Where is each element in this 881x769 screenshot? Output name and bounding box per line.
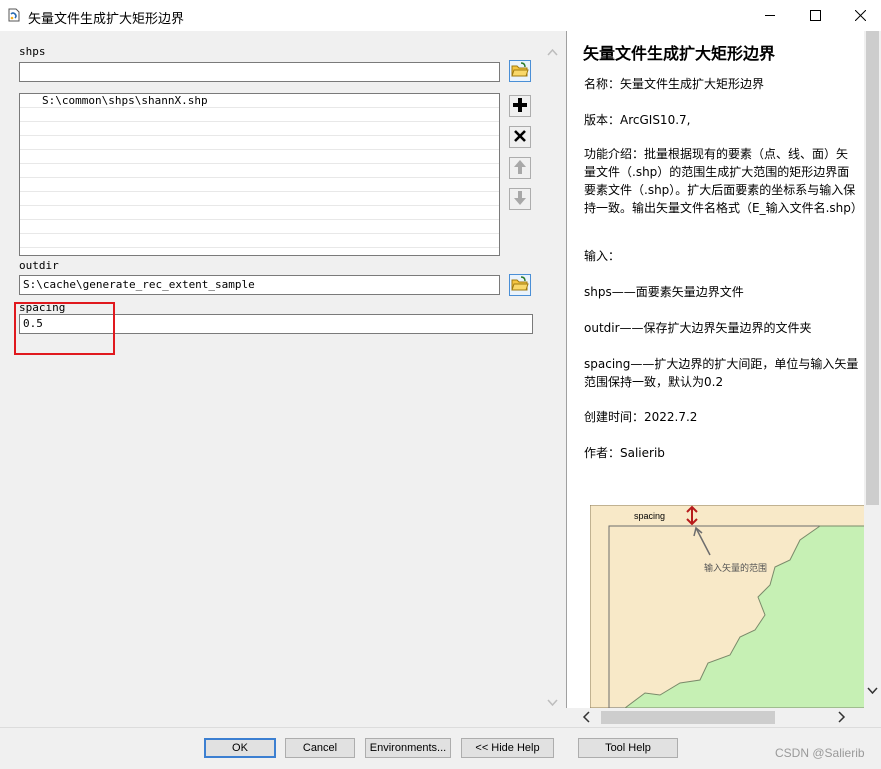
plus-icon bbox=[513, 97, 527, 115]
list-item[interactable]: S:\common\shps\shannX.shp bbox=[20, 94, 499, 108]
chevron-down-icon[interactable] bbox=[547, 695, 558, 709]
python-script-icon bbox=[6, 7, 22, 23]
help-vscroll-thumb[interactable] bbox=[866, 31, 879, 505]
highlight-annotation bbox=[14, 302, 115, 355]
list-item[interactable] bbox=[20, 206, 499, 220]
close-button[interactable] bbox=[837, 0, 881, 31]
list-item[interactable] bbox=[20, 136, 499, 150]
diagram-input-label: 输入矢量的范围 bbox=[704, 563, 768, 573]
list-item[interactable] bbox=[20, 150, 499, 164]
outdir-input[interactable]: S:\cache\generate_rec_extent_sample bbox=[19, 275, 500, 295]
shps-list[interactable]: S:\common\shps\shannX.shp bbox=[19, 93, 500, 256]
help-version: 版本：ArcGIS10.7, bbox=[584, 113, 691, 127]
move-up-button[interactable] bbox=[509, 157, 531, 179]
minimize-button[interactable] bbox=[747, 0, 793, 31]
help-input-heading: 输入： bbox=[584, 249, 621, 263]
minimize-icon bbox=[764, 10, 776, 21]
shps-input[interactable] bbox=[19, 62, 500, 82]
ok-button[interactable]: OK bbox=[204, 738, 276, 758]
hide-help-button[interactable]: << Hide Help bbox=[461, 738, 554, 758]
chevron-right-icon[interactable] bbox=[838, 711, 846, 726]
chevron-left-icon[interactable] bbox=[582, 711, 590, 726]
tool-help-button[interactable]: Tool Help bbox=[578, 738, 678, 758]
chevron-up-icon[interactable] bbox=[547, 45, 558, 59]
open-folder-icon bbox=[511, 275, 529, 295]
list-item[interactable] bbox=[20, 220, 499, 234]
watermark-text: CSDN @Salierib bbox=[775, 746, 865, 760]
arrow-down-icon bbox=[514, 190, 526, 208]
help-panel: 矢量文件生成扩大矩形边界 名称：矢量文件生成扩大矩形边界 版本：ArcGIS10… bbox=[566, 31, 864, 708]
list-item[interactable] bbox=[20, 234, 499, 248]
outdir-browse-button[interactable] bbox=[509, 274, 531, 296]
cancel-button[interactable]: Cancel bbox=[285, 738, 355, 758]
help-hscroll-thumb[interactable] bbox=[601, 711, 775, 724]
help-vertical-scrollbar[interactable] bbox=[864, 31, 881, 708]
maximize-button[interactable] bbox=[792, 0, 838, 31]
help-title: 矢量文件生成扩大矩形边界 bbox=[583, 44, 776, 63]
outdir-label: outdir bbox=[19, 259, 59, 272]
delete-x-icon bbox=[514, 129, 526, 145]
help-author: 作者：Salierib bbox=[584, 446, 665, 460]
help-horizontal-scrollbar[interactable] bbox=[566, 708, 864, 727]
arrow-up-icon bbox=[514, 159, 526, 177]
list-item[interactable] bbox=[20, 164, 499, 178]
title-bar: 矢量文件生成扩大矩形边界 bbox=[0, 0, 881, 31]
help-spacing-desc: spacing——扩大边界的扩大间距，单位与输入矢量范围保持一致，默认为0.2 bbox=[584, 357, 859, 389]
close-icon bbox=[854, 10, 866, 21]
remove-item-button[interactable] bbox=[509, 126, 531, 148]
shps-browse-button[interactable] bbox=[509, 60, 531, 82]
help-created: 创建时间：2022.7.2 bbox=[584, 410, 698, 424]
list-item[interactable] bbox=[20, 108, 499, 122]
help-outdir-desc: outdir——保存扩大边界矢量边界的文件夹 bbox=[584, 321, 812, 335]
open-folder-icon bbox=[511, 61, 529, 81]
shps-label: shps bbox=[19, 45, 46, 58]
help-intro: 功能介绍：批量根据现有的要素（点、线、面）矢量文件（.shp）的范围生成扩大范围… bbox=[584, 147, 863, 215]
help-shps-desc: shps——面要素矢量边界文件 bbox=[584, 285, 744, 299]
add-item-button[interactable] bbox=[509, 95, 531, 117]
chevron-down-icon[interactable] bbox=[867, 683, 878, 697]
list-item[interactable] bbox=[20, 122, 499, 136]
list-item[interactable] bbox=[20, 178, 499, 192]
window-title: 矢量文件生成扩大矩形边界 bbox=[28, 12, 185, 27]
help-name: 名称：矢量文件生成扩大矩形边界 bbox=[584, 77, 765, 91]
list-item[interactable] bbox=[20, 192, 499, 206]
help-diagram: spacing 输入矢量的范围 bbox=[589, 504, 864, 708]
environments-button[interactable]: Environments... bbox=[365, 738, 451, 758]
diagram-spacing-label: spacing bbox=[634, 511, 666, 521]
parameters-scrollbar[interactable] bbox=[542, 31, 563, 727]
maximize-icon bbox=[809, 10, 821, 21]
move-down-button[interactable] bbox=[509, 188, 531, 210]
